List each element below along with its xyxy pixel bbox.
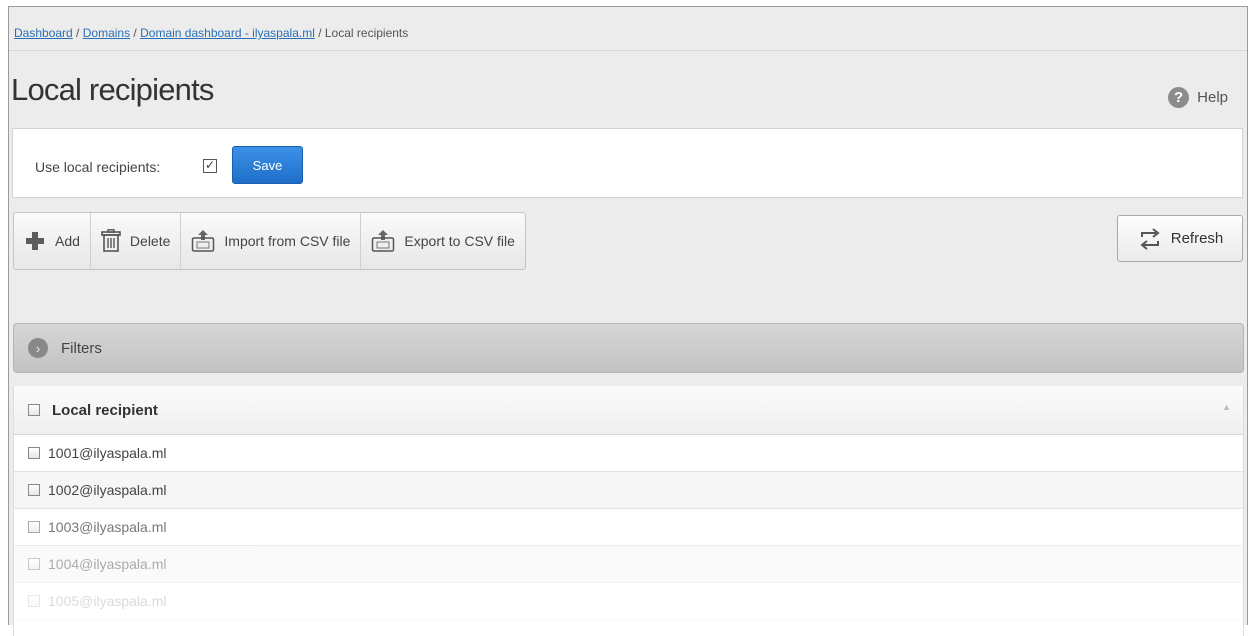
refresh-label: Refresh	[1170, 230, 1224, 247]
toolbar: Add Delete Import from CSV file Export t…	[13, 212, 526, 270]
chevron-right-icon: ›	[28, 338, 48, 358]
help-link[interactable]: ? Help	[1168, 87, 1228, 108]
filters-label: Filters	[61, 339, 102, 357]
recipient-email: 1004@ilyaspala.ml	[48, 556, 167, 572]
table-row[interactable]: 1001@ilyaspala.ml	[14, 435, 1243, 472]
row-checkbox[interactable]	[28, 521, 40, 533]
breadcrumb-separator: /	[314, 26, 325, 40]
table-row[interactable]: 1005@ilyaspala.ml	[14, 583, 1243, 620]
settings-panel: Use local recipients: ✓ Save	[12, 128, 1243, 198]
table-row[interactable]: 1003@ilyaspala.ml	[14, 509, 1243, 546]
table-row[interactable]: 1004@ilyaspala.ml	[14, 546, 1243, 583]
row-checkbox[interactable]	[28, 595, 40, 607]
row-checkbox[interactable]	[28, 484, 40, 496]
csv-export-icon	[372, 230, 395, 252]
row-checkbox[interactable]	[28, 447, 40, 459]
use-local-recipients-label: Use local recipients:	[35, 159, 161, 175]
delete-button[interactable]: Delete	[91, 213, 182, 269]
breadcrumb-separator: /	[72, 26, 83, 40]
import-csv-label: Import from CSV file	[224, 233, 351, 249]
breadcrumb-domains-link[interactable]: Domains	[83, 26, 130, 40]
use-local-recipients-checkbox[interactable]: ✓	[203, 159, 217, 173]
recipients-table: Local recipient ▲ 1001@ilyaspala.ml 1002…	[13, 386, 1244, 636]
save-button[interactable]: Save	[232, 146, 303, 184]
page-title: Local recipients	[11, 72, 214, 107]
trash-icon	[101, 229, 121, 252]
recipient-email: 1001@ilyaspala.ml	[48, 445, 167, 461]
csv-import-icon	[192, 230, 215, 252]
delete-label: Delete	[129, 233, 171, 249]
plus-icon	[26, 232, 44, 250]
help-label: Help	[1197, 89, 1228, 106]
table-header: Local recipient ▲	[14, 386, 1243, 435]
breadcrumb-separator: /	[130, 26, 141, 40]
recipient-email: 1003@ilyaspala.ml	[48, 519, 167, 535]
breadcrumb-current: Local recipients	[324, 26, 409, 40]
filters-panel-toggle[interactable]: › Filters	[13, 323, 1244, 373]
recipient-email: 1005@ilyaspala.ml	[48, 593, 167, 609]
recipient-email: 1002@ilyaspala.ml	[48, 482, 167, 498]
refresh-button[interactable]: Refresh	[1117, 215, 1243, 262]
question-icon: ?	[1168, 87, 1190, 108]
select-all-checkbox[interactable]	[28, 404, 40, 416]
export-csv-button[interactable]: Export to CSV file	[361, 213, 525, 269]
table-row[interactable]: 1002@ilyaspala.ml	[14, 472, 1243, 509]
add-label: Add	[55, 233, 80, 249]
breadcrumb-dashboard-link[interactable]: Dashboard	[14, 26, 73, 40]
export-csv-label: Export to CSV file	[404, 233, 515, 249]
refresh-icon	[1140, 227, 1160, 250]
import-csv-button[interactable]: Import from CSV file	[181, 213, 362, 269]
row-checkbox[interactable]	[28, 558, 40, 570]
sort-arrow-icon[interactable]: ▲	[1222, 402, 1231, 412]
breadcrumb: Dashboard / Domains / Domain dashboard -…	[14, 26, 408, 40]
column-header-local-recipient[interactable]: Local recipient	[52, 402, 158, 419]
add-button[interactable]: Add	[14, 213, 91, 269]
breadcrumb-domain-dashboard-link[interactable]: Domain dashboard - ilyaspala.ml	[140, 26, 315, 40]
